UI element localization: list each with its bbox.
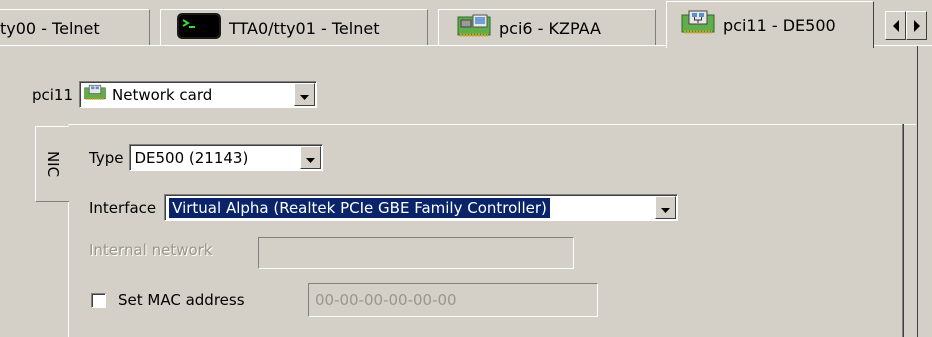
set-mac-row: Set MAC address <box>91 291 245 309</box>
terminal-icon <box>177 13 221 43</box>
nic-type-dropdown-button[interactable] <box>300 146 322 169</box>
internal-network-label: Internal network <box>89 241 213 259</box>
tab-pci6-kzpaa[interactable]: pci6 - KZPAA <box>438 9 656 46</box>
device-label: pci11 <box>32 85 74 104</box>
tab-scroll-right-button[interactable] <box>906 11 927 40</box>
tab-scroll-left-button[interactable] <box>885 11 906 40</box>
arrow-left-icon <box>892 19 900 32</box>
internal-network-row: Internal network <box>89 241 213 259</box>
tab-strip: ty00 - Telnet TTA0/tty01 - Telnet pci6 -… <box>0 0 932 48</box>
nic-interface-label: Interface <box>89 198 157 217</box>
tab-label: ty00 - Telnet <box>0 18 100 38</box>
nic-type-select[interactable]: DE500 (21143) <box>129 144 324 171</box>
nic-type-row: Type DE500 (21143) <box>89 144 324 171</box>
chevron-down-icon <box>306 149 316 167</box>
device-type-value: Network card <box>112 85 213 104</box>
nic-type-value: DE500 (21143) <box>134 148 249 167</box>
tab-tty00-telnet[interactable]: ty00 - Telnet <box>0 9 150 46</box>
nic-panel-left-border <box>68 202 69 337</box>
set-mac-label: Set MAC address <box>118 291 245 309</box>
tab-label: TTA0/tty01 - Telnet <box>229 18 380 38</box>
tab-nic-label: NIC <box>43 150 62 178</box>
content-border <box>917 46 918 337</box>
device-type-dropdown-button[interactable] <box>294 83 316 106</box>
tab-label: pci11 - DE500 <box>723 15 836 35</box>
set-mac-checkbox[interactable] <box>91 292 106 308</box>
internal-network-input[interactable] <box>258 237 574 269</box>
arrow-right-icon <box>913 19 921 32</box>
tab-pci11-de500[interactable]: pci11 - DE500 <box>666 1 874 48</box>
tab-tta0-tty01-telnet[interactable]: TTA0/tty01 - Telnet <box>160 9 428 46</box>
nic-panel-right-border <box>902 124 904 337</box>
scsi-card-icon <box>457 13 491 43</box>
chevron-down-icon <box>661 199 671 217</box>
mac-address-input[interactable]: 00-00-00-00-00-00 <box>308 283 598 317</box>
device-type-select[interactable]: Network card <box>79 81 318 108</box>
nic-interface-row: Interface Virtual Alpha (Realtek PCIe GB… <box>89 194 679 221</box>
nic-interface-value: Virtual Alpha (Realtek PCIe GBE Family C… <box>169 197 550 218</box>
tab-nic[interactable]: NIC <box>35 126 69 202</box>
tab-label: pci6 - KZPAA <box>499 18 601 38</box>
nic-panel-top-border <box>68 124 916 125</box>
nic-interface-select[interactable]: Virtual Alpha (Realtek PCIe GBE Family C… <box>164 194 679 221</box>
nic-interface-dropdown-button[interactable] <box>655 196 677 219</box>
network-card-icon <box>681 10 715 40</box>
nic-type-label: Type <box>89 148 124 167</box>
device-row: pci11 Network card <box>32 81 318 108</box>
chevron-down-icon <box>300 86 310 104</box>
network-card-icon <box>84 84 106 106</box>
